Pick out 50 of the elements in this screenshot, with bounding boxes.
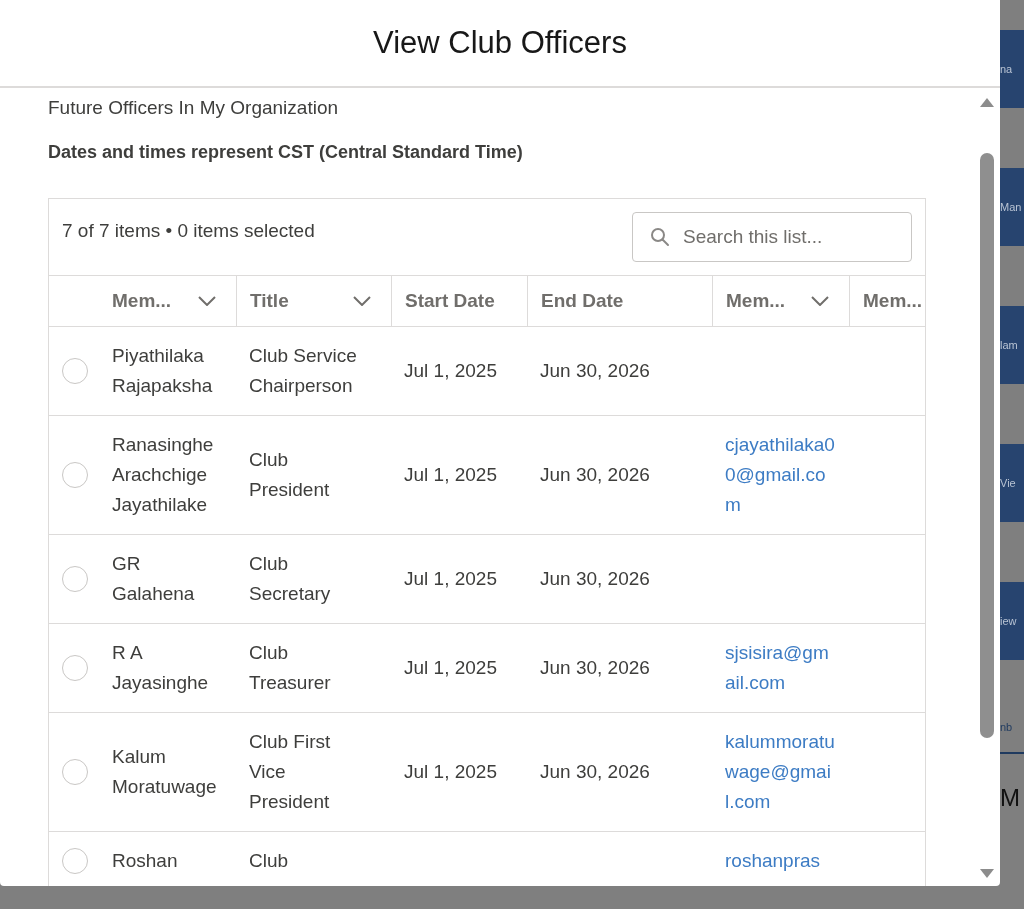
email-link[interactable]: sjsisira@gmail.com — [725, 638, 837, 698]
column-header[interactable]: End Date — [527, 276, 712, 326]
search-field[interactable]: Search this list... — [632, 212, 912, 262]
email-link[interactable]: roshanpras — [725, 846, 821, 876]
table-cell-text: Jun 30, 2026 — [540, 463, 650, 487]
column-header[interactable]: Start Date — [391, 276, 527, 326]
table-cell-text: Kalum Moratuwage — [112, 745, 218, 799]
chevron-down-icon[interactable] — [198, 296, 216, 306]
table-cell-text: Club President — [249, 448, 331, 502]
column-header[interactable]: Mem... — [712, 276, 849, 326]
column-header[interactable]: Mem... — [99, 276, 236, 326]
table-cell-text: GR Galahena — [112, 552, 196, 606]
scroll-up-icon[interactable] — [979, 96, 995, 108]
table-cell-text: Jul 1, 2025 — [404, 656, 497, 680]
table-cell-text: Jun 30, 2026 — [540, 567, 650, 591]
search-icon — [650, 227, 670, 247]
table-cell-text: Jul 1, 2025 — [404, 463, 497, 487]
table-cell-text: Club Service Chairperson — [249, 344, 358, 398]
timezone-note: Dates and times represent CST (Central Standard Time) — [48, 141, 524, 164]
table-cell-text: Club First Vice President — [249, 730, 332, 814]
email-link[interactable]: kalummoratuwage@gmail.com — [725, 727, 837, 817]
table-cell-text: R A Jayasinghe — [112, 641, 210, 695]
table-cell-text: Jun 30, 2026 — [540, 656, 650, 680]
scroll-down-icon[interactable] — [979, 868, 995, 880]
table-cell-text: Club Treasurer — [249, 641, 332, 695]
background-button[interactable]: Man — [1000, 168, 1024, 246]
table-cell-text: Jul 1, 2025 — [404, 359, 497, 383]
background-button[interactable]: iew — [1000, 582, 1024, 660]
email-link[interactable]: cjayathilaka00@gmail.com — [725, 430, 837, 520]
table-cell-text: Club — [249, 849, 289, 873]
background-heading: M — [1000, 783, 1021, 813]
modal-title: View Club Officers — [373, 23, 627, 62]
table-cell-text: Jun 30, 2026 — [540, 760, 650, 784]
background-button[interactable]: na — [1000, 30, 1024, 108]
table-cell-text: Jul 1, 2025 — [404, 567, 497, 591]
background-button[interactable]: lam — [1000, 306, 1024, 384]
table-cell-text: Roshan — [112, 849, 178, 873]
column-header[interactable]: Title — [236, 276, 391, 326]
chevron-down-icon[interactable] — [353, 296, 371, 306]
section-heading: Future Officers In My Organization — [48, 96, 340, 120]
table-cell-text: Club Secretary — [249, 552, 332, 606]
background-tab[interactable]: nb — [1000, 702, 1024, 754]
table-cell-text: Jul 1, 2025 — [404, 760, 497, 784]
background-button[interactable]: Vie — [1000, 444, 1024, 522]
table-cell-text: Jun 30, 2026 — [540, 359, 650, 383]
item-count: 7 of 7 items • 0 items selected — [62, 218, 315, 243]
table-cell-text: Ranasinghe Arachchige Jayathilake — [112, 433, 215, 517]
chevron-down-icon[interactable] — [811, 296, 829, 306]
scroll-thumb[interactable] — [980, 153, 994, 738]
table-cell-text: Piyathilaka Rajapaksha — [112, 344, 214, 398]
